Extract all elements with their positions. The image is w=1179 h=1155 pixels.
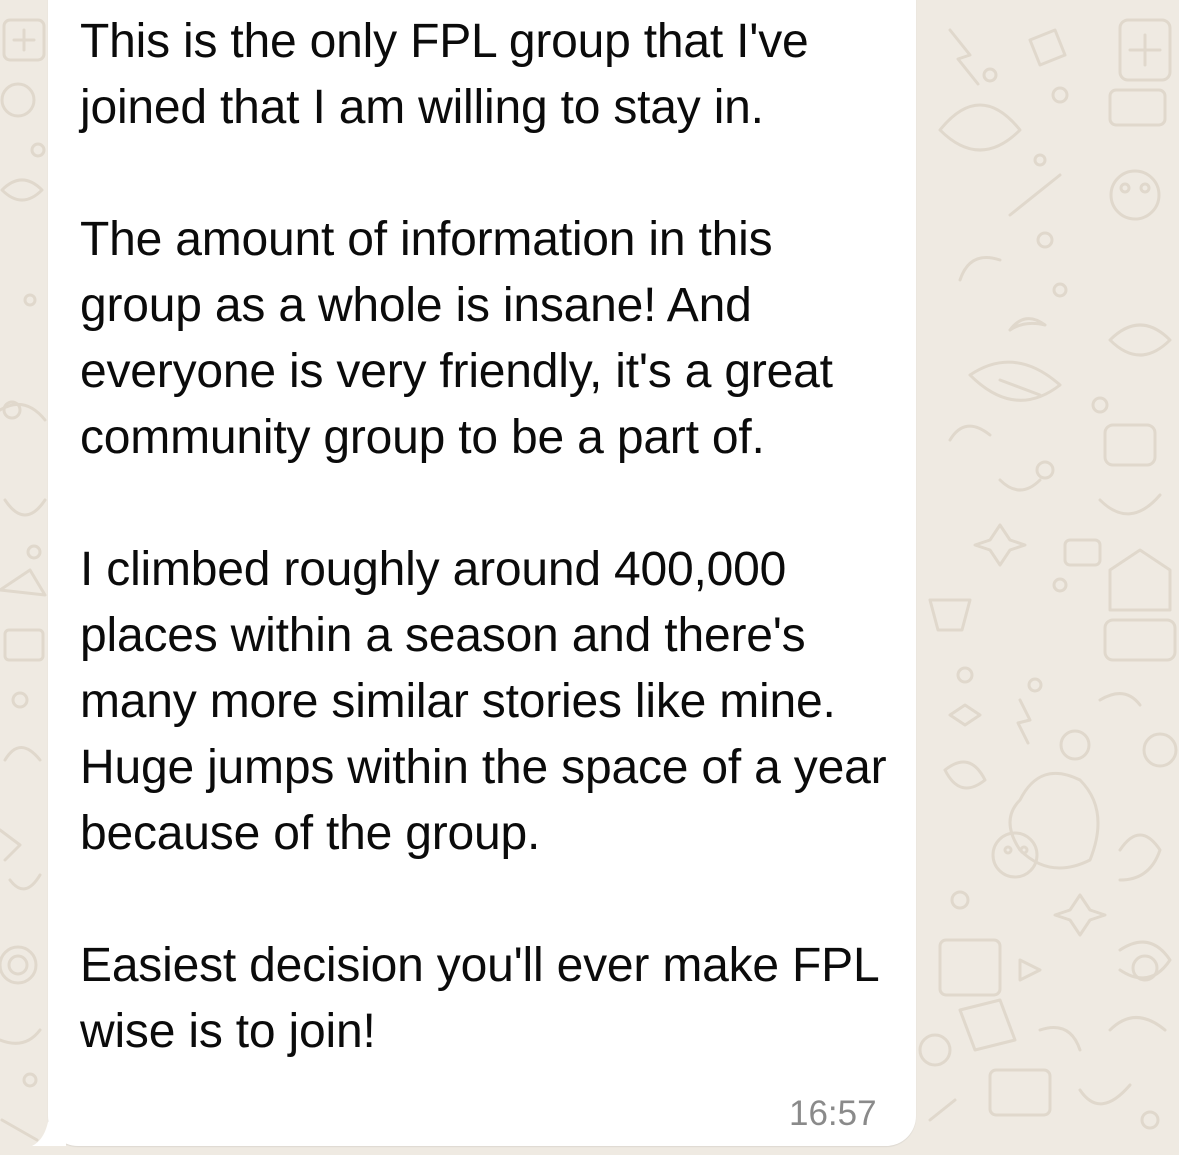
message-text: This is the only FPL group that I've joi… <box>80 9 900 1065</box>
message-paragraph: Easiest decision you'll ever make FPL wi… <box>80 939 878 1058</box>
message-paragraph: The amount of information in this group … <box>80 213 833 464</box>
message-paragraph: This is the only FPL group that I've joi… <box>80 15 809 134</box>
bubble-tail <box>32 1110 66 1146</box>
message-paragraph: I climbed roughly around 400,000 places … <box>80 543 887 860</box>
message-timestamp: 16:57 <box>789 1094 877 1133</box>
